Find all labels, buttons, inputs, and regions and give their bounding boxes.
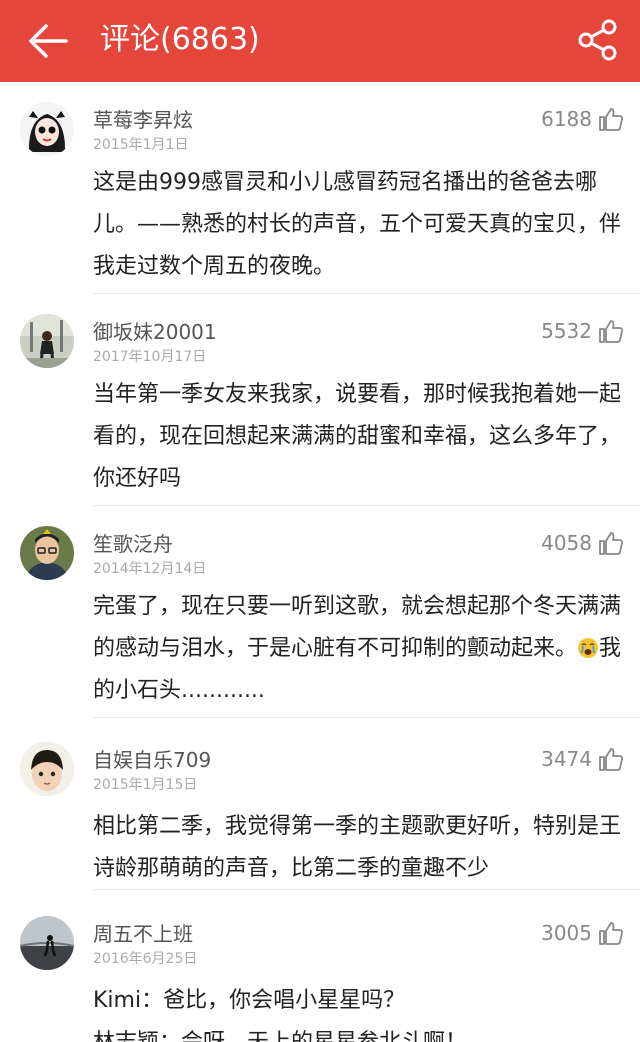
thumbs-up-icon — [599, 922, 623, 945]
page-title: 评论(6863) — [100, 22, 260, 57]
comment-text: 完蛋了，现在只要一听到这歌，就会想起那个冬天满满的感动与泪水，于是心脏有不可抑制… — [93, 586, 623, 712]
comment-item: 自娱自乐709 2015年1月15日 3474 相比第二季，我觉得第一季的主题歌… — [0, 718, 640, 890]
comment-item: 御坂妹20001 2017年10月17日 5532 当年第一季女友来我家，说要看… — [0, 294, 640, 506]
thumbs-up-icon — [599, 320, 623, 343]
back-arrow-icon — [29, 24, 68, 58]
share-icon — [578, 19, 617, 61]
like-button[interactable]: 3005 — [541, 916, 624, 950]
like-button[interactable]: 5532 — [541, 314, 624, 348]
comment-text: Kimi：爸比，你会唱小星星吗？ 林志颖：会呀，天上的星星参北斗啊！ — [93, 988, 467, 1042]
like-button[interactable]: 6188 — [541, 102, 624, 136]
back-button[interactable] — [22, 16, 72, 66]
comment-date: 2016年6月25日 — [93, 951, 198, 967]
comment-date: 2015年1月15日 — [93, 777, 198, 793]
crying-face-emoji — [578, 638, 599, 658]
comment-item: 笙歌泛舟 2014年12月14日 4058 完蛋了，现在只要一听到这歌，就会想起… — [0, 506, 640, 718]
top-bar: 评论(6863) — [0, 0, 640, 82]
comment-item: 周五不上班 2016年6月25日 3005 Kimi：爸比，你会唱小星星吗？ 林… — [0, 890, 640, 1042]
avatar-image — [20, 526, 74, 580]
avatar[interactable] — [20, 742, 74, 796]
comment-text-main: 完蛋了，现在只要一听到这歌，就会想起那个冬天满满的感动与泪水，于是心脏有不可抑制… — [93, 594, 622, 661]
avatar-image — [20, 314, 74, 368]
share-button[interactable] — [572, 14, 624, 66]
thumbs-up-icon — [599, 108, 623, 131]
like-count: 5532 — [541, 319, 592, 343]
avatar-image — [20, 916, 74, 970]
avatar-image — [20, 102, 74, 156]
comment-item: 草莓李昇炫 2015年1月1日 6188 这是由999感冒灵和小儿感冒药冠名播出… — [0, 82, 640, 294]
like-button[interactable]: 3474 — [541, 742, 624, 776]
thumbs-up-icon — [599, 748, 623, 771]
avatar[interactable] — [20, 102, 74, 156]
comment-date: 2015年1月1日 — [93, 137, 189, 153]
avatar-image — [20, 742, 74, 796]
like-count: 6188 — [541, 107, 592, 131]
username[interactable]: 草莓李昇炫 — [93, 104, 193, 133]
comment-text: 当年第一季女友来我家，说要看，那时候我抱着她一起看的，现在回想起来满满的甜蜜和幸… — [93, 382, 622, 491]
username[interactable]: 笙歌泛舟 — [93, 528, 173, 557]
comment-text: 这是由999感冒灵和小儿感冒药冠名播出的爸爸去哪儿。——熟悉的村长的声音，五个可… — [93, 170, 622, 279]
like-button[interactable]: 4058 — [541, 526, 624, 560]
avatar[interactable] — [20, 916, 74, 970]
comment-date: 2017年10月17日 — [93, 349, 207, 365]
avatar[interactable] — [20, 314, 74, 368]
like-count: 3005 — [541, 921, 592, 945]
thumbs-up-icon — [599, 532, 623, 555]
comment-text: 相比第二季，我觉得第一季的主题歌更好听，特别是王诗龄那萌萌的声音，比第二季的童趣… — [93, 814, 622, 881]
username[interactable]: 自娱自乐709 — [93, 744, 211, 773]
like-count: 3474 — [541, 747, 592, 771]
username[interactable]: 周五不上班 — [93, 918, 193, 947]
username[interactable]: 御坂妹20001 — [93, 316, 217, 345]
like-count: 4058 — [541, 531, 592, 555]
comment-date: 2014年12月14日 — [93, 561, 207, 577]
avatar[interactable] — [20, 526, 74, 580]
